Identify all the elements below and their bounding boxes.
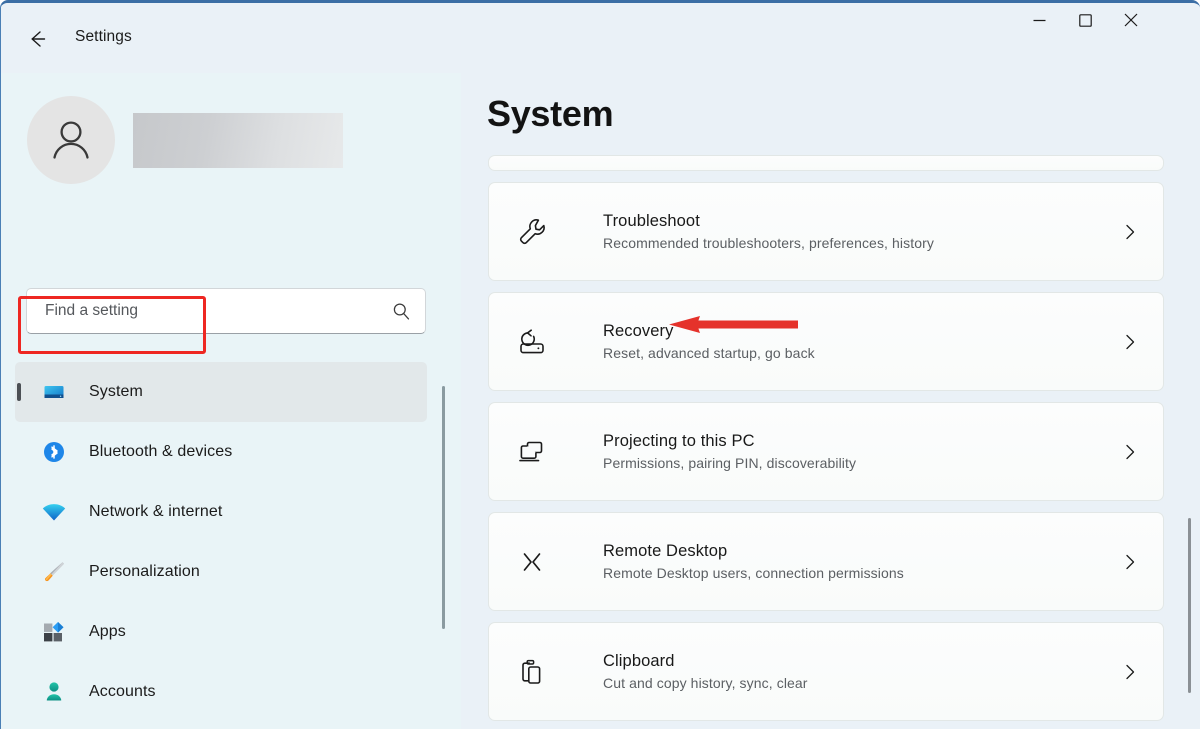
card-text: Troubleshoot Recommended troubleshooters… [603,212,1119,251]
card-text: Recovery Reset, advanced startup, go bac… [603,322,1119,361]
chevron-right-icon[interactable] [1119,221,1141,243]
recovery-drive-icon [515,325,549,359]
page-title: System [487,93,614,134]
sidebar-item-accounts[interactable]: Accounts [15,662,427,722]
sidebar-item-label: Apps [89,623,126,640]
sidebar-item-label: Bluetooth & devices [89,443,233,460]
card-title: Projecting to this PC [603,432,755,450]
title-bar: Settings [1,3,1200,73]
card-subtitle: Reset, advanced startup, go back [603,345,815,361]
card-subtitle: Permissions, pairing PIN, discoverabilit… [603,455,857,471]
wrench-icon [515,215,549,249]
selection-indicator [17,383,21,401]
search-input[interactable] [45,302,392,320]
close-icon [1124,13,1138,27]
card-text: Projecting to this PC Permissions, pairi… [603,432,1119,471]
card-subtitle: Cut and copy history, sync, clear [603,675,808,691]
search-icon[interactable] [392,302,411,321]
sidebar-item-label: Accounts [89,683,156,700]
settings-card-partial-top[interactable] [488,155,1164,171]
avatar [27,96,115,184]
app-title: Settings [75,28,132,45]
settings-card-list: Troubleshoot Recommended troubleshooters… [488,155,1164,729]
chevron-right-icon[interactable] [1119,441,1141,463]
main-content: System Troubleshoot Recommended troubles… [461,73,1200,729]
minimize-button[interactable] [1016,3,1062,37]
settings-card-clipboard[interactable]: Clipboard Cut and copy history, sync, cl… [488,622,1164,721]
account-name-redacted [133,112,343,168]
settings-card-projecting-to-this-pc[interactable]: Projecting to this PC Permissions, pairi… [488,402,1164,501]
settings-window: Settings Find a setting System Bluetooth… [0,0,1200,729]
account-profile[interactable] [27,96,343,184]
chevron-right-icon[interactable] [1119,551,1141,573]
card-text: Remote Desktop Remote Desktop users, con… [603,542,1119,581]
search-box[interactable] [26,288,426,334]
sidebar-item-time-language[interactable]: Time & language [15,722,427,729]
sidebar-item-bluetooth-devices[interactable]: Bluetooth & devices [15,422,427,482]
card-title: Troubleshoot [603,212,700,230]
bluetooth-icon [41,439,67,465]
remote-desktop-icon [515,545,549,579]
card-subtitle: Recommended troubleshooters, preferences… [603,235,934,251]
sidebar-item-label: System [89,383,143,400]
sidebar-item-label: Personalization [89,563,200,580]
card-subtitle: Remote Desktop users, connection permiss… [603,565,904,581]
projecting-icon [515,435,549,469]
main-scrollbar[interactable] [1188,518,1191,693]
settings-card-troubleshoot[interactable]: Troubleshoot Recommended troubleshooters… [488,182,1164,281]
close-button[interactable] [1108,3,1154,37]
wifi-icon [41,499,67,525]
sidebar-item-network-internet[interactable]: Network & internet [15,482,427,542]
sidebar-item-system[interactable]: System [15,362,427,422]
sidebar-scrollbar[interactable] [442,386,445,629]
settings-card-recovery[interactable]: Recovery Reset, advanced startup, go bac… [488,292,1164,391]
card-title: Remote Desktop [603,542,728,560]
sidebar-nav: System Bluetooth & devices Network & int… [15,362,427,729]
card-title: Clipboard [603,652,675,670]
card-text: Clipboard Cut and copy history, sync, cl… [603,652,1119,691]
sidebar: System Bluetooth & devices [1,73,461,729]
monitor-icon [41,379,67,405]
minimize-icon [1033,19,1045,21]
sidebar-item-personalization[interactable]: Personalization [15,542,427,602]
chevron-right-icon[interactable] [1119,661,1141,683]
paintbrush-icon [41,559,67,585]
card-title: Recovery [603,322,674,340]
back-arrow-icon [31,31,46,47]
maximize-icon [1078,13,1092,27]
chevron-right-icon[interactable] [1119,331,1141,353]
person-icon [41,679,67,705]
apps-icon [41,619,67,645]
sidebar-item-apps[interactable]: Apps [15,602,427,662]
person-avatar-icon [53,121,89,159]
back-button[interactable] [19,21,55,57]
maximize-button[interactable] [1062,3,1108,37]
sidebar-item-label: Network & internet [89,503,223,520]
clipboard-icon [515,655,549,689]
settings-card-remote-desktop[interactable]: Remote Desktop Remote Desktop users, con… [488,512,1164,611]
